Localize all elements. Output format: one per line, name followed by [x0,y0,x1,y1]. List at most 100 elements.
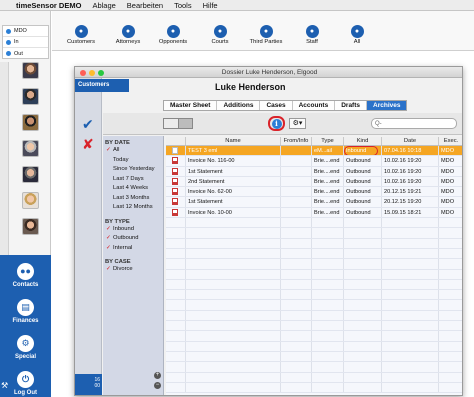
tab-accounts[interactable]: Accounts [293,101,336,110]
type-filter-internal[interactable]: ✓ Internal [103,244,163,254]
nav-finances[interactable]: ▤ Finances [0,299,51,324]
category-all[interactable]: ● All [335,25,379,45]
empty-cell [382,382,439,393]
empty-cell [312,238,344,248]
filter-in[interactable]: In [3,37,48,48]
column-from-info[interactable]: From/Info [281,137,312,145]
category-opponents[interactable]: ● Opponents [151,25,195,45]
row-kind: Outbound [344,207,382,218]
column-exec[interactable]: Exec. [439,137,462,145]
date-filter-today[interactable]: Today [103,156,163,166]
tab-archives[interactable]: Archives [367,101,407,110]
row-kind-text: Outbound [346,199,371,206]
detail-view-button[interactable] [178,119,192,128]
empty-cell [281,382,312,393]
avatar[interactable] [22,218,39,235]
empty-cell [439,383,462,392]
empty-cell [281,341,312,351]
checkmark-icon[interactable]: ✔ [82,116,94,133]
window-titlebar[interactable]: Dossier Luke Henderson, Elgood [75,67,462,78]
row-name-text: TEST 3 eml [188,148,218,154]
category-courts[interactable]: ● Courts [198,25,242,45]
category-third-parties[interactable]: ● Third Parties [244,25,288,45]
column-date[interactable]: Date [382,137,439,145]
empty-cell [281,228,312,238]
table-row[interactable]: 1st Statement Brie....end Outbound 10.02.16… [166,166,462,177]
row-date: 10.02.16 19:20 [382,166,439,176]
date-filter-last-7-days[interactable]: Last 7 Days [103,175,163,185]
delete-x-icon[interactable]: ✘ [82,136,94,153]
filter-mdo[interactable]: MDO [3,26,48,37]
list-view-button[interactable] [164,119,179,128]
minimize-window-button[interactable] [89,70,95,76]
table-row[interactable]: 2nd Statement Brie....end Outbound 10.02.16… [166,176,462,188]
nav-contacts[interactable]: ●● Contacts [0,263,51,288]
menu-ablage[interactable]: Ablage [92,1,115,10]
empty-cell [439,342,462,351]
row-from-info [281,166,312,176]
empty-cell [382,372,439,382]
category-customers[interactable]: ● Customers [59,25,103,45]
avatar[interactable] [22,114,39,131]
app-menu[interactable]: timeSensor DEMO [16,1,81,10]
avatar[interactable] [22,140,39,157]
menu-tools[interactable]: Tools [174,1,192,10]
pdf-document-icon [172,188,178,196]
avatar[interactable] [22,192,39,209]
avatar[interactable] [22,62,39,79]
empty-cell [382,279,439,290]
view-toggle[interactable] [163,118,193,129]
row-icon-cell [166,176,186,187]
filter-dot-icon [6,39,11,45]
column-kind[interactable]: Kind [344,137,382,145]
avatar[interactable] [22,166,39,183]
filter-out[interactable]: Out [3,48,48,59]
row-icon-cell [166,166,186,176]
filter-dot-icon [6,51,11,56]
empty-cell [186,290,281,300]
date-filter-all[interactable]: ✓ All [103,146,163,156]
column-name[interactable]: Name [186,137,281,145]
row-date-text: 07.04.16 10:18 [384,148,422,154]
tab-additions[interactable]: Additions [217,101,261,110]
add-filter-button[interactable]: + [154,372,161,379]
info-icon: i [271,119,282,129]
date-filter-last-3-months[interactable]: Last 3 Months [103,194,163,204]
info-button[interactable]: i [268,116,285,131]
avatar[interactable] [22,88,39,105]
tab-drafts[interactable]: Drafts [335,101,368,110]
pdf-document-icon [172,157,178,165]
case-filter-divorce[interactable]: ✓ Divorce [103,265,163,275]
wrench-icon[interactable]: ⚒ [1,381,8,390]
table-row[interactable]: TEST 3 eml eM...ail Inbound 07.04.16 10:18 M… [166,146,462,157]
category-attorneys[interactable]: ● Attorneys [106,25,150,45]
close-window-button[interactable] [80,70,86,76]
menu-bearbeiten[interactable]: Bearbeiten [127,1,163,10]
empty-cell [186,228,281,238]
left-column: MDO In Out ●● Contacts ▤ Finances ⚙ Spec… [0,11,51,397]
tab-cases[interactable]: Cases [260,101,293,110]
type-filter-outbound[interactable]: ✓ Outbound [103,234,163,244]
nav-special[interactable]: ⚙ Special [0,335,51,360]
type-filter-inbound[interactable]: ✓ Inbound [103,225,163,235]
column-type[interactable]: Type [312,137,344,145]
column-icon[interactable] [166,137,186,145]
gear-menu-button[interactable]: ⚙▾ [289,118,306,129]
row-kind-text: Outbound [346,189,371,196]
date-filter-since-yesterday[interactable]: Since Yesterday [103,165,163,175]
date-filter-last-4-weeks[interactable]: Last 4 Weeks [103,184,163,194]
category-staff[interactable]: ● Staff [290,25,334,45]
table-row[interactable]: Invoice No. 116-00 Brie....end Outbound 10.… [166,156,462,167]
zoom-window-button[interactable] [98,70,104,76]
table-row[interactable]: Invoice No. 10-00 Brie....end Outbound 15.0… [166,207,462,219]
row-kind: Outbound [344,166,382,176]
window-bottom-badge: 16 00 [75,374,102,395]
remove-filter-button[interactable]: − [154,382,161,389]
table-row[interactable]: Invoice No. 62-00 Brie....end Outbound 20.1… [166,187,462,198]
table-row[interactable]: 1st Statement Brie....end Outbound 20.12.15… [166,197,462,208]
menu-hilfe[interactable]: Hilfe [203,1,218,10]
tab-master-sheet[interactable]: Master Sheet [164,101,218,110]
row-name: Invoice No. 62-00 [186,187,281,197]
date-filter-last-12-months[interactable]: Last 12 Months [103,203,163,213]
search-input[interactable]: Q- [371,118,457,129]
